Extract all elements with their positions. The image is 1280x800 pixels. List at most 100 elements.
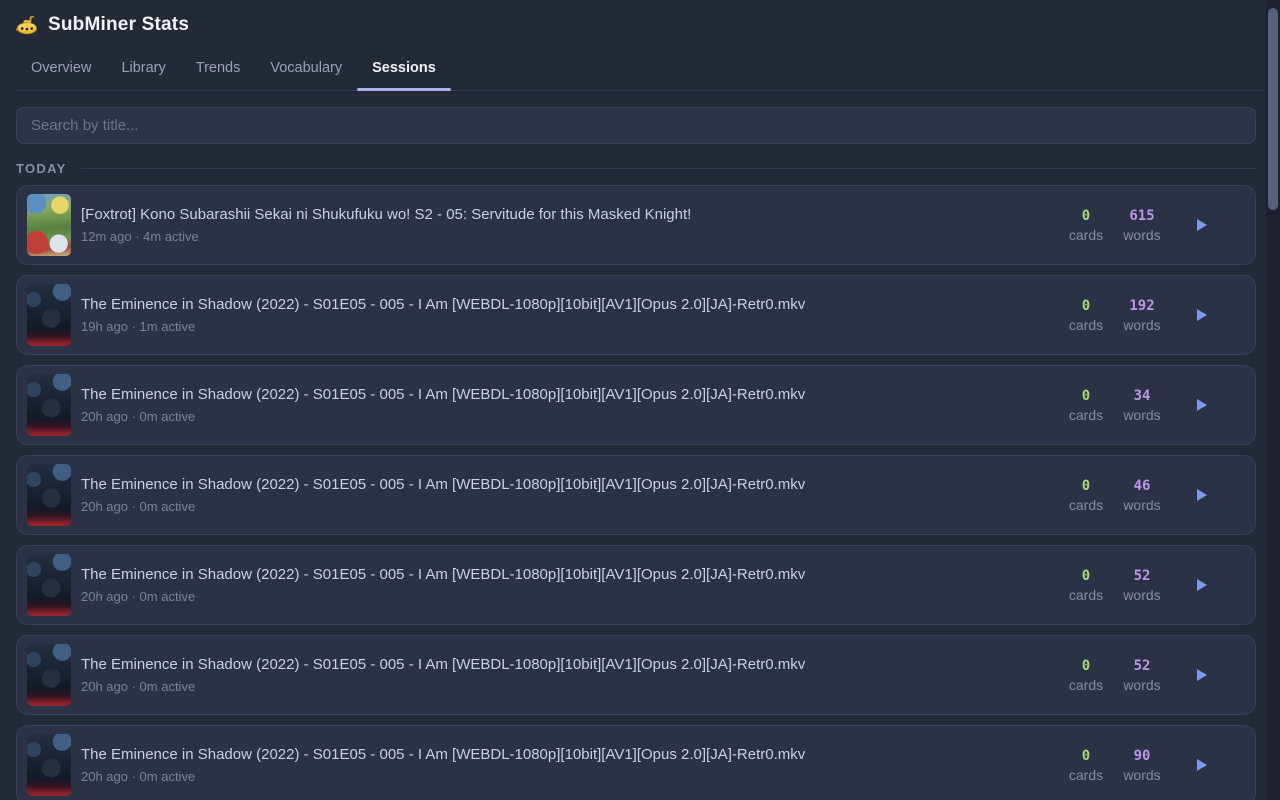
cards-count: 0 (1065, 568, 1107, 584)
session-title: The Eminence in Shadow (2022) - S01E05 -… (81, 386, 1065, 403)
cards-label: cards (1065, 587, 1107, 603)
session-thumbnail (27, 194, 71, 256)
session-info: The Eminence in Shadow (2022) - S01E05 -… (81, 386, 1065, 424)
session-stats: 0 cards 34 words (1065, 388, 1211, 423)
cards-label: cards (1065, 497, 1107, 513)
play-button[interactable] (1193, 306, 1211, 324)
play-icon (1197, 669, 1207, 681)
words-label: words (1121, 407, 1163, 423)
words-count: 52 (1121, 658, 1163, 674)
session-title: The Eminence in Shadow (2022) - S01E05 -… (81, 566, 1065, 583)
cards-count: 0 (1065, 208, 1107, 224)
words-label: words (1121, 497, 1163, 513)
play-icon (1197, 759, 1207, 771)
session-list: [Foxtrot] Kono Subarashii Sekai ni Shuku… (0, 176, 1280, 800)
words-stat: 52 words (1121, 658, 1163, 693)
session-meta: 20h ago · 0m active (81, 499, 1065, 514)
scrollbar-thumb[interactable] (1268, 8, 1278, 210)
play-icon (1197, 489, 1207, 501)
session-info: The Eminence in Shadow (2022) - S01E05 -… (81, 476, 1065, 514)
app-header: SubMiner Stats (0, 0, 1280, 36)
session-thumbnail (27, 284, 71, 346)
words-count: 192 (1121, 298, 1163, 314)
session-info: The Eminence in Shadow (2022) - S01E05 -… (81, 566, 1065, 604)
cards-label: cards (1065, 317, 1107, 333)
words-count: 615 (1121, 208, 1163, 224)
session-title: The Eminence in Shadow (2022) - S01E05 -… (81, 746, 1065, 763)
session-stats: 0 cards 46 words (1065, 478, 1211, 513)
cards-label: cards (1065, 407, 1107, 423)
tab-trends[interactable]: Trends (181, 52, 256, 90)
session-card[interactable]: The Eminence in Shadow (2022) - S01E05 -… (16, 275, 1256, 355)
session-meta: 20h ago · 0m active (81, 409, 1065, 424)
session-meta: 20h ago · 0m active (81, 679, 1065, 694)
words-label: words (1121, 227, 1163, 243)
play-icon (1197, 219, 1207, 231)
session-title: The Eminence in Shadow (2022) - S01E05 -… (81, 656, 1065, 673)
session-meta: 20h ago · 0m active (81, 769, 1065, 784)
session-title: The Eminence in Shadow (2022) - S01E05 -… (81, 476, 1065, 493)
tab-vocabulary[interactable]: Vocabulary (255, 52, 357, 90)
search-input[interactable] (16, 107, 1256, 144)
cards-count: 0 (1065, 298, 1107, 314)
words-stat: 46 words (1121, 478, 1163, 513)
cards-stat: 0 cards (1065, 388, 1107, 423)
words-stat: 34 words (1121, 388, 1163, 423)
cards-count: 0 (1065, 658, 1107, 674)
tab-sessions[interactable]: Sessions (357, 52, 451, 90)
cards-count: 0 (1065, 388, 1107, 404)
session-thumbnail (27, 644, 71, 706)
cards-label: cards (1065, 227, 1107, 243)
words-count: 52 (1121, 568, 1163, 584)
session-meta: 20h ago · 0m active (81, 589, 1065, 604)
cards-count: 0 (1065, 478, 1107, 494)
play-icon (1197, 579, 1207, 591)
session-thumbnail (27, 734, 71, 796)
play-button[interactable] (1193, 486, 1211, 504)
session-card[interactable]: The Eminence in Shadow (2022) - S01E05 -… (16, 635, 1256, 715)
play-icon (1197, 399, 1207, 411)
words-stat: 615 words (1121, 208, 1163, 243)
words-label: words (1121, 317, 1163, 333)
words-stat: 192 words (1121, 298, 1163, 333)
words-stat: 90 words (1121, 748, 1163, 783)
play-button[interactable] (1193, 666, 1211, 684)
session-stats: 0 cards 90 words (1065, 748, 1211, 783)
session-card[interactable]: The Eminence in Shadow (2022) - S01E05 -… (16, 365, 1256, 445)
session-card[interactable]: [Foxtrot] Kono Subarashii Sekai ni Shuku… (16, 185, 1256, 265)
words-label: words (1121, 587, 1163, 603)
tab-overview[interactable]: Overview (16, 52, 106, 90)
session-meta: 19h ago · 1m active (81, 319, 1065, 334)
scrollbar-track[interactable] (1266, 0, 1280, 800)
words-label: words (1121, 767, 1163, 783)
session-thumbnail (27, 464, 71, 526)
session-info: The Eminence in Shadow (2022) - S01E05 -… (81, 656, 1065, 694)
play-button[interactable] (1193, 216, 1211, 234)
session-card[interactable]: The Eminence in Shadow (2022) - S01E05 -… (16, 545, 1256, 625)
cards-label: cards (1065, 767, 1107, 783)
session-thumbnail (27, 554, 71, 616)
play-button[interactable] (1193, 576, 1211, 594)
cards-stat: 0 cards (1065, 298, 1107, 333)
session-stats: 0 cards 52 words (1065, 568, 1211, 603)
play-button[interactable] (1193, 756, 1211, 774)
app-title: SubMiner Stats (48, 14, 189, 36)
session-title: The Eminence in Shadow (2022) - S01E05 -… (81, 296, 1065, 313)
session-info: [Foxtrot] Kono Subarashii Sekai ni Shuku… (81, 206, 1065, 244)
words-count: 34 (1121, 388, 1163, 404)
search-bar-container (0, 91, 1280, 144)
session-card[interactable]: The Eminence in Shadow (2022) - S01E05 -… (16, 725, 1256, 800)
tab-library[interactable]: Library (106, 52, 180, 90)
words-label: words (1121, 677, 1163, 693)
cards-stat: 0 cards (1065, 478, 1107, 513)
play-icon (1197, 309, 1207, 321)
session-stats: 0 cards 615 words (1065, 208, 1211, 243)
words-count: 46 (1121, 478, 1163, 494)
cards-stat: 0 cards (1065, 658, 1107, 693)
play-button[interactable] (1193, 396, 1211, 414)
session-card[interactable]: The Eminence in Shadow (2022) - S01E05 -… (16, 455, 1256, 535)
cards-stat: 0 cards (1065, 208, 1107, 243)
session-meta: 12m ago · 4m active (81, 229, 1065, 244)
cards-stat: 0 cards (1065, 748, 1107, 783)
words-stat: 52 words (1121, 568, 1163, 603)
